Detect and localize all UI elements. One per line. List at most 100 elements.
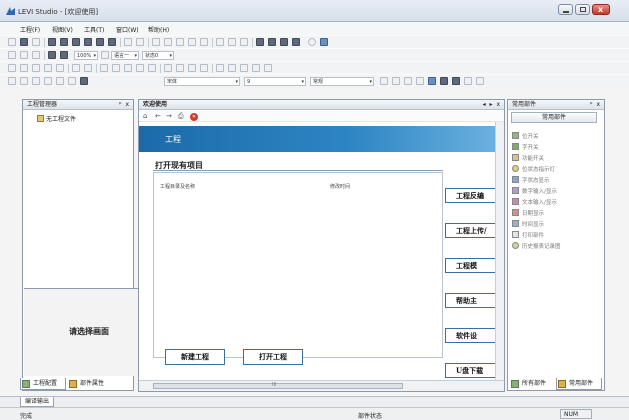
tree-item-no-project[interactable]: 无工程文件 — [37, 114, 76, 123]
part-function-switch[interactable]: 功能开关 — [512, 154, 544, 162]
tab-common-parts[interactable]: 常用部件 — [556, 378, 602, 390]
ungroup-icon[interactable] — [84, 64, 92, 72]
print-page-icon[interactable]: ⎙ — [178, 112, 184, 121]
new-project-button[interactable]: 新建工程 — [165, 349, 225, 365]
align-right-icon[interactable] — [32, 64, 40, 72]
fill-color-icon[interactable] — [56, 77, 64, 85]
space-h-icon[interactable] — [136, 64, 144, 72]
tab-all-parts[interactable]: 所有部件 — [510, 378, 554, 390]
simulate-icon[interactable] — [280, 38, 288, 46]
delete-icon[interactable] — [200, 38, 208, 46]
parts-pin-close-controls[interactable]: ᵖ x — [590, 100, 601, 109]
part-word-state[interactable]: 字状态显示 — [512, 176, 550, 184]
font-size-select[interactable]: 9 ▾ — [244, 77, 306, 86]
menu-tools[interactable]: 工具(T) — [84, 25, 104, 34]
layout-icon[interactable] — [476, 77, 484, 85]
center-h-icon[interactable] — [216, 64, 224, 72]
align-left-icon[interactable] — [8, 64, 16, 72]
language-select[interactable]: 语言一 ▾ — [111, 51, 139, 60]
duplicate-icon[interactable] — [176, 38, 184, 46]
open-file-icon[interactable] — [20, 38, 28, 46]
disk-icon[interactable] — [124, 38, 132, 46]
zoom-out-icon[interactable] — [48, 51, 56, 59]
same-width-icon[interactable] — [100, 64, 108, 72]
align-top-icon[interactable] — [44, 64, 52, 72]
paste-icon[interactable] — [72, 38, 80, 46]
page-prev-icon[interactable] — [20, 51, 28, 59]
font-select[interactable]: 宋体 ▾ — [164, 77, 240, 86]
align-bottom-icon[interactable] — [56, 64, 64, 72]
grid-icon[interactable] — [84, 38, 92, 46]
part-date-display[interactable]: 日期显示 — [512, 209, 544, 217]
common-parts-button[interactable]: 常用部件 — [511, 112, 597, 123]
line-color-icon[interactable] — [68, 77, 76, 85]
part-bit-indicator[interactable]: 位状态指示灯 — [512, 165, 555, 173]
panel-pin-close-controls[interactable]: ᵖ x — [119, 100, 130, 109]
back-arrow-icon[interactable]: ← — [155, 112, 161, 121]
center-v-icon[interactable] — [228, 64, 236, 72]
maximize-button[interactable] — [575, 4, 590, 15]
circle-tool-icon[interactable] — [44, 77, 52, 85]
help-topics-button[interactable]: 帮助主 — [445, 293, 501, 308]
minimize-button[interactable] — [558, 4, 573, 15]
monitor-icon[interactable] — [292, 38, 300, 46]
back-icon[interactable] — [176, 64, 184, 72]
align-text-center-icon[interactable] — [392, 77, 400, 85]
image-tool-icon[interactable] — [32, 77, 40, 85]
part-word-switch[interactable]: 字开关 — [512, 143, 539, 151]
tab-part-properties[interactable]: 部件属性 — [68, 378, 116, 390]
align-center-icon[interactable] — [20, 64, 28, 72]
cut-icon[interactable] — [48, 38, 56, 46]
part-time-display[interactable]: 时间显示 — [512, 220, 544, 228]
close-button[interactable]: x — [592, 4, 610, 15]
save-icon[interactable] — [32, 38, 40, 46]
state-select[interactable]: 状态0 ▾ — [142, 51, 174, 60]
menu-help[interactable]: 帮助(H) — [148, 25, 169, 34]
stop-icon[interactable]: ✕ — [190, 113, 198, 121]
tab-compile-output[interactable]: 编译输出 — [20, 397, 55, 407]
pencil-icon[interactable] — [240, 38, 248, 46]
tab-project-config[interactable]: 工程配置 — [20, 378, 66, 390]
scissors-icon[interactable] — [152, 38, 160, 46]
border-icon[interactable] — [80, 77, 88, 85]
decompile-project-button[interactable]: 工程反编 — [445, 188, 501, 203]
italic-icon[interactable] — [440, 77, 448, 85]
undo-icon[interactable] — [216, 38, 224, 46]
underline-icon[interactable] — [452, 77, 460, 85]
front-icon[interactable] — [164, 64, 172, 72]
same-size-icon[interactable] — [124, 64, 132, 72]
dots-grid-icon[interactable] — [188, 38, 196, 46]
align-icon[interactable] — [96, 38, 104, 46]
zoom-select[interactable]: 100% ▾ — [74, 51, 98, 60]
part-text-input[interactable]: 文本输入/显示 — [512, 198, 557, 206]
part-print[interactable]: 打印部件 — [512, 231, 544, 239]
align-text-left-icon[interactable] — [380, 77, 388, 85]
part-number-input[interactable]: 数字输入/显示 — [512, 187, 557, 195]
text-color-icon[interactable] — [416, 77, 424, 85]
rect-tool-icon[interactable] — [8, 77, 16, 85]
home-icon[interactable]: ⌂ — [143, 112, 147, 121]
font-style-select[interactable]: 常规 ▾ — [310, 77, 374, 86]
redo-icon[interactable] — [228, 38, 236, 46]
bold-icon[interactable] — [428, 77, 436, 85]
forward-arrow-icon[interactable]: → — [166, 112, 172, 121]
flip-v-icon[interactable] — [264, 64, 272, 72]
usb-download-button[interactable]: U盘下载 — [445, 363, 501, 378]
part-history-chart[interactable]: 历史报表记录图 — [512, 242, 561, 250]
clipboard-icon[interactable] — [164, 38, 172, 46]
print-icon[interactable] — [136, 38, 144, 46]
project-upload-button[interactable]: 工程上传/ — [445, 223, 501, 238]
text-tool-icon[interactable] — [20, 77, 28, 85]
center-both-icon[interactable] — [240, 64, 248, 72]
same-height-icon[interactable] — [112, 64, 120, 72]
scroll-thumb[interactable]: III — [153, 382, 403, 389]
copy-icon[interactable] — [60, 38, 68, 46]
horizontal-scrollbar[interactable]: III — [139, 380, 504, 391]
table-icon[interactable] — [464, 77, 472, 85]
menu-project[interactable]: 工程(F) — [20, 25, 40, 34]
page-next-icon[interactable] — [32, 51, 40, 59]
menu-window[interactable]: 窗口(W) — [116, 25, 139, 34]
tab-welcome[interactable]: 欢迎使用 — [139, 100, 167, 110]
software-settings-button[interactable]: 软件设 — [445, 328, 501, 343]
doc-nav-close-controls[interactable]: ◂ ▸ x — [483, 100, 501, 109]
